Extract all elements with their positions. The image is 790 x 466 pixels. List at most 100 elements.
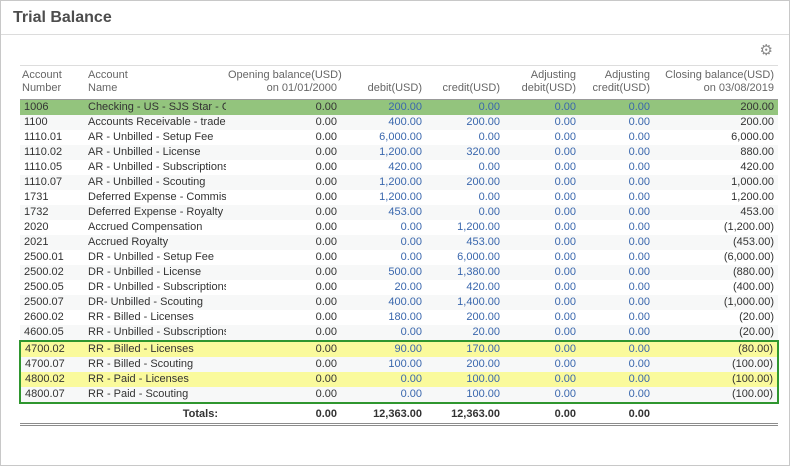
cell-credit[interactable]: 200.00 (426, 310, 504, 325)
cell-credit[interactable]: 0.00 (426, 205, 504, 220)
cell-adjusting-credit[interactable]: 0.00 (580, 357, 654, 372)
cell-adjusting-debit[interactable]: 0.00 (504, 99, 580, 115)
column-header-line2: on 01/01/2000 (266, 82, 337, 94)
cell-closing-balance: (100.00) (654, 357, 779, 372)
cell-opening-balance: 0.00 (315, 191, 337, 203)
cell-credit[interactable]: 0.00 (426, 160, 504, 175)
cell-account-number: 2020 (24, 221, 49, 233)
cell-adjusting-debit[interactable]: 0.00 (504, 145, 580, 160)
cell-adjusting-credit[interactable]: 0.00 (580, 372, 654, 387)
cell-adjusting-credit[interactable]: 0.00 (580, 387, 654, 404)
column-header-line2: debit(USD) (367, 82, 422, 94)
cell-debit[interactable]: 180.00 (341, 310, 426, 325)
cell-credit[interactable]: 170.00 (426, 340, 504, 357)
settings-gear-icon[interactable]: ⚙ (760, 43, 773, 58)
cell-debit[interactable]: 1,200.00 (341, 190, 426, 205)
column-header: credit(USD) (426, 65, 504, 100)
cell-credit[interactable]: 0.00 (426, 190, 504, 205)
cell-adjusting-credit[interactable]: 0.00 (580, 325, 654, 341)
cell-credit[interactable]: 1,200.00 (426, 220, 504, 235)
cell-credit[interactable]: 200.00 (426, 175, 504, 190)
cell-adjusting-debit[interactable]: 0.00 (504, 372, 580, 387)
cell-closing-balance: (1,000.00) (654, 295, 778, 310)
cell-adjusting-credit[interactable]: 0.00 (580, 340, 654, 357)
cell-account-number: 1731 (24, 191, 49, 203)
cell-adjusting-credit[interactable]: 0.00 (580, 160, 654, 175)
cell-debit[interactable]: 420.00 (341, 160, 426, 175)
cell-credit[interactable]: 100.00 (426, 372, 504, 387)
cell-adjusting-debit[interactable]: 0.00 (504, 340, 580, 357)
cell-adjusting-debit[interactable]: 0.00 (504, 325, 580, 341)
cell-adjusting-credit[interactable]: 0.00 (580, 295, 654, 310)
cell-opening-balance: 0.00 (226, 357, 341, 372)
cell-adjusting-debit[interactable]: 0.00 (504, 190, 580, 205)
cell-adjusting-debit[interactable]: 0.00 (504, 235, 580, 250)
cell-adjusting-debit[interactable]: 0.00 (504, 280, 580, 295)
cell-credit[interactable]: 0.00 (426, 130, 504, 145)
cell-debit[interactable]: 0.00 (341, 387, 426, 404)
cell-debit[interactable]: 1,200.00 (341, 175, 426, 190)
totals-opening-balance: 0.00 (226, 402, 341, 426)
cell-credit[interactable]: 200.00 (426, 357, 504, 372)
cell-adjusting-debit[interactable]: 0.00 (504, 357, 580, 372)
cell-adjusting-debit[interactable]: 0.00 (504, 115, 580, 130)
cell-debit[interactable]: 400.00 (341, 115, 426, 130)
cell-credit[interactable]: 0.00 (426, 99, 504, 115)
cell-debit[interactable]: 90.00 (341, 340, 426, 357)
cell-debit[interactable]: 20.00 (341, 280, 426, 295)
cell-adjusting-credit[interactable]: 0.00 (580, 265, 654, 280)
cell-debit[interactable]: 500.00 (341, 265, 426, 280)
cell-adjusting-credit[interactable]: 0.00 (580, 250, 654, 265)
cell-debit[interactable]: 0.00 (341, 372, 426, 387)
cell-credit[interactable]: 1,400.00 (426, 295, 504, 310)
cell-debit[interactable]: 453.00 (341, 205, 426, 220)
cell-adjusting-debit[interactable]: 0.00 (504, 220, 580, 235)
cell-adjusting-credit[interactable]: 0.00 (580, 175, 654, 190)
cell-adjusting-credit[interactable]: 0.00 (580, 280, 654, 295)
cell-debit[interactable]: 1,200.00 (341, 145, 426, 160)
cell-debit[interactable]: 0.00 (341, 235, 426, 250)
cell-adjusting-credit[interactable]: 0.00 (580, 220, 654, 235)
cell-debit[interactable]: 400.00 (341, 295, 426, 310)
cell-adjusting-debit[interactable]: 0.00 (504, 175, 580, 190)
cell-credit[interactable]: 1,380.00 (426, 265, 504, 280)
cell-adjusting-credit[interactable]: 0.00 (580, 310, 654, 325)
cell-credit[interactable]: 100.00 (426, 387, 504, 404)
cell-adjusting-debit[interactable]: 0.00 (504, 160, 580, 175)
cell-adjusting-debit[interactable]: 0.00 (504, 130, 580, 145)
column-header-line2: credit(USD) (442, 82, 500, 94)
cell-adjusting-credit[interactable]: 0.00 (580, 115, 654, 130)
cell-account-number: 2500.07 (20, 295, 86, 310)
cell-adjusting-credit[interactable]: 0.00 (580, 130, 654, 145)
cell-adjusting-credit[interactable]: 0.00 (580, 190, 654, 205)
cell-credit[interactable]: 6,000.00 (426, 250, 504, 265)
cell-credit[interactable]: 20.00 (426, 325, 504, 341)
cell-adjusting-debit[interactable]: 0.00 (504, 295, 580, 310)
cell-adjusting-debit[interactable]: 0.00 (504, 387, 580, 404)
cell-adjusting-debit[interactable]: 0.00 (504, 310, 580, 325)
cell-adjusting-debit[interactable]: 0.00 (504, 265, 580, 280)
cell-adjusting-credit[interactable]: 0.00 (580, 235, 654, 250)
cell-debit[interactable]: 100.00 (341, 357, 426, 372)
cell-credit[interactable]: 320.00 (426, 145, 504, 160)
cell-credit[interactable]: 200.00 (426, 115, 504, 130)
cell-adjusting-credit[interactable]: 0.00 (580, 205, 654, 220)
cell-adjusting-credit[interactable]: 0.00 (580, 99, 654, 115)
cell-account-number: 4600.05 (20, 325, 86, 341)
column-header-line2: credit(USD) (592, 82, 650, 94)
cell-adjusting-credit[interactable]: 0.00 (580, 145, 654, 160)
cell-debit[interactable]: 0.00 (341, 325, 426, 341)
cell-debit[interactable]: 0.00 (341, 250, 426, 265)
cell-debit[interactable]: 6,000.00 (341, 130, 426, 145)
table-row: 1110.05 AR - Unbilled - Subscriptions 0.00… (20, 160, 778, 175)
cell-adjusting-debit[interactable]: 0.00 (504, 250, 580, 265)
cell-account-name: Accrued Compensation (88, 221, 203, 233)
cell-debit[interactable]: 0.00 (341, 220, 426, 235)
cell-adjusting-debit[interactable]: 0.00 (504, 205, 580, 220)
cell-credit[interactable]: 453.00 (426, 235, 504, 250)
table-row: 2500.07 DR- Unbilled - Scouting 0.00 400.00… (20, 295, 778, 310)
cell-closing-balance: 1,200.00 (731, 191, 774, 203)
cell-credit[interactable]: 420.00 (426, 280, 504, 295)
trial-balance-report-page: Trial Balance ⚙ Account Number Account Name… (0, 0, 790, 466)
cell-debit[interactable]: 200.00 (341, 99, 426, 115)
